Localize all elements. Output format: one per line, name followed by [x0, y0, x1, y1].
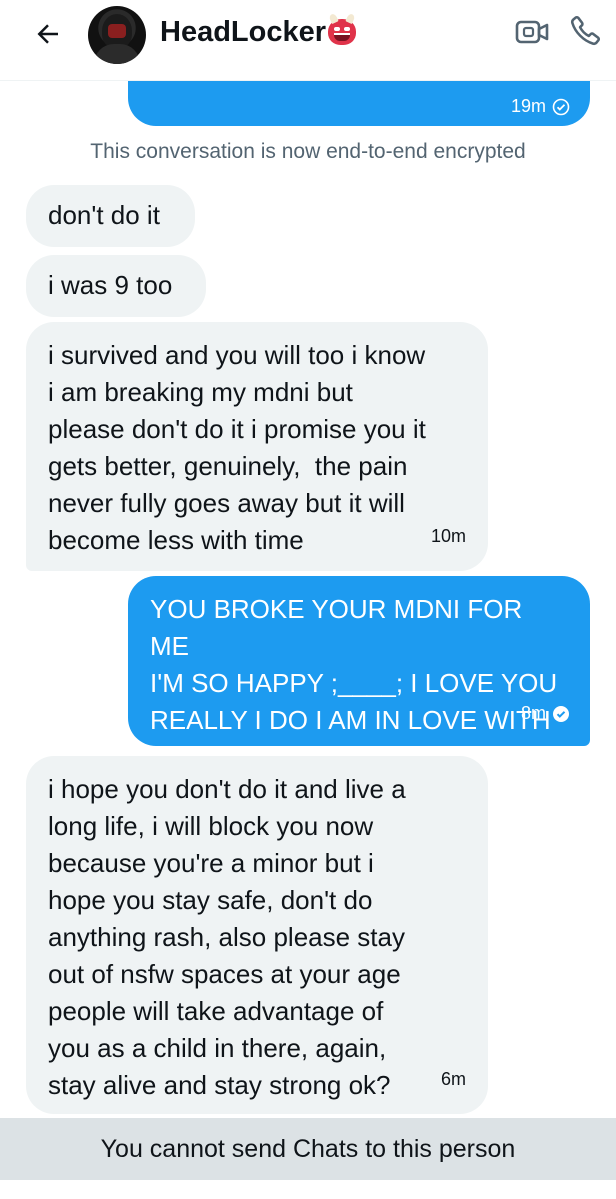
back-button[interactable]: [26, 14, 70, 54]
read-receipt-icon: [552, 98, 570, 115]
ogre-emoji-icon: [328, 19, 357, 45]
message-time: 10m: [430, 526, 466, 546]
message-time: 8m: [521, 695, 570, 732]
message-incoming[interactable]: i was 9 too: [26, 255, 206, 317]
message-time: 19m: [511, 88, 570, 125]
message-text: don't do it: [48, 200, 160, 230]
avatar[interactable]: [88, 6, 146, 64]
contact-name: HeadLocker: [160, 16, 327, 48]
message-outgoing[interactable]: YOU BROKE YOUR MDNI FOR ME I'M SO HAPPY …: [128, 576, 590, 772]
video-call-button[interactable]: [512, 12, 552, 52]
message-text: YOU BROKE YOUR MDNI FOR ME I'M SO HAPPY …: [150, 594, 558, 772]
phone-icon: [570, 15, 601, 46]
cannot-send-text: You cannot send Chats to this person: [100, 1134, 516, 1163]
message-incoming[interactable]: i hope you don't do it and live a long l…: [26, 756, 488, 1114]
message-time: 6m: [440, 1069, 466, 1089]
contact-name-row[interactable]: HeadLocker: [160, 12, 357, 52]
message-incoming[interactable]: don't do it: [26, 185, 195, 247]
message-text: i survived and you will too i know i am …: [48, 340, 426, 555]
read-receipt-icon: [553, 705, 569, 722]
arrow-left-icon: [37, 24, 58, 44]
cannot-send-notice: You cannot send Chats to this person: [0, 1118, 616, 1180]
message-incoming[interactable]: i survived and you will too i know i am …: [26, 322, 488, 571]
phone-call-button[interactable]: [566, 10, 606, 50]
chat-header: HeadLocker: [0, 0, 616, 81]
message-text: i hope you don't do it and live a long l…: [48, 774, 406, 1100]
video-call-icon: [515, 20, 549, 44]
message-text: i was 9 too: [48, 270, 173, 300]
encryption-notice: This conversation is now end-to-end encr…: [90, 140, 526, 163]
